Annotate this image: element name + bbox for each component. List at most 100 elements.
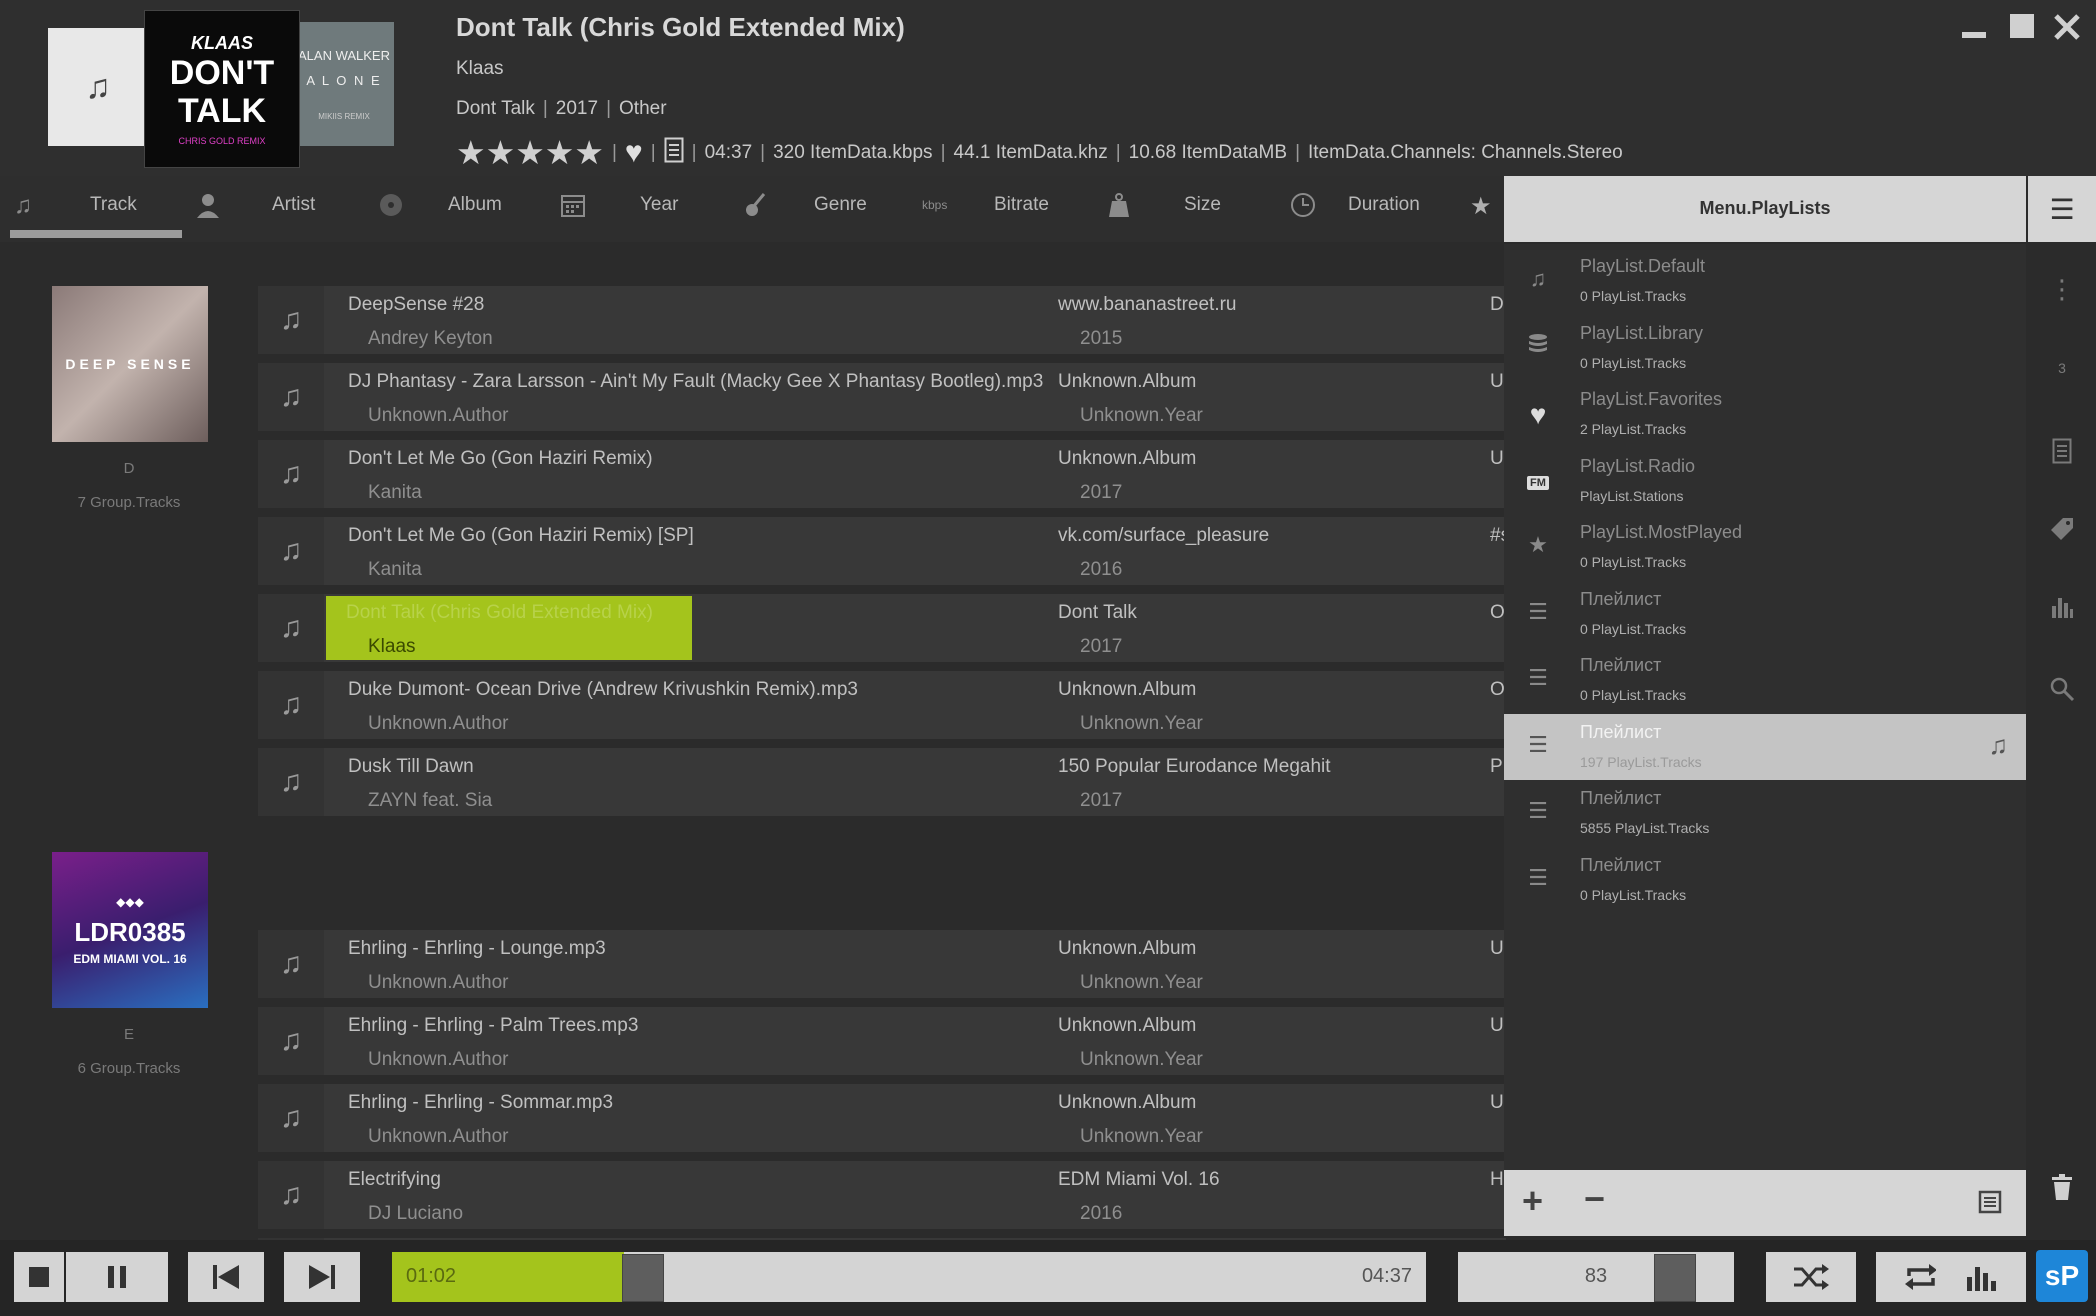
- rating-stars[interactable]: ★★★★★: [456, 136, 604, 170]
- cover-next[interactable]: ALAN WALKER A L O N E MIKIIS REMIX: [294, 22, 394, 146]
- playlist-item[interactable]: ☰ Плейлист 0 PlayList.Tracks: [1504, 581, 2026, 647]
- track-title: Dusk Till Dawn: [348, 756, 474, 777]
- lyrics-icon[interactable]: [2028, 438, 2096, 470]
- kbps-icon: kbps: [922, 198, 948, 212]
- track-row[interactable]: ♫ Don't Let Me Go (Gon Haziri Remix) [SP]…: [258, 517, 1510, 585]
- seek-bar[interactable]: 01:02 04:37: [392, 1252, 1426, 1302]
- shuffle-button[interactable]: [1766, 1252, 1856, 1302]
- volume-handle[interactable]: [1654, 1254, 1696, 1302]
- track-title: Dont Talk (Chris Gold Extended Mix): [346, 602, 653, 623]
- app-logo[interactable]: sP: [2036, 1250, 2088, 1302]
- playlists-list: ♫ PlayList.Default 0 PlayList.Tracks PlayLi…: [1504, 244, 2026, 1170]
- track-genre[interactable]: Other: [619, 98, 667, 119]
- track-artist: Kanita: [368, 482, 422, 503]
- playlist-item[interactable]: ★ PlayList.MostPlayed 0 PlayList.Tracks: [1504, 514, 2026, 580]
- track-row[interactable]: ♫ Ehrling - Ehrling - Palm Trees.mp3 Unkno…: [258, 1007, 1506, 1075]
- playlist-item[interactable]: ☰ Плейлист 0 PlayList.Tracks: [1504, 847, 2026, 913]
- column-duration[interactable]: Duration: [1348, 194, 1420, 216]
- star-icon[interactable]: ★: [456, 134, 486, 171]
- track-album: Dont Talk: [1058, 602, 1137, 623]
- cover-current[interactable]: KLAAS DON'T TALK CHRIS GOLD REMIX: [144, 10, 300, 168]
- star-icon[interactable]: ★: [545, 134, 575, 171]
- track-row[interactable]: ♫ DeepSense #28 Andrey Keyton www.bananastr…: [258, 286, 1506, 354]
- more-vertical-icon[interactable]: ⋮: [2028, 274, 2096, 305]
- track-year: Unknown.Year: [1080, 1049, 1203, 1070]
- now-playing-header: ♫ ALAN WALKER A L O N E MIKIIS REMIX KLA…: [0, 0, 2096, 176]
- group-cover-e[interactable]: ◆◆◆ LDR0385 EDM MIAMI VOL. 16: [52, 852, 208, 1008]
- column-year[interactable]: Year: [640, 194, 678, 216]
- track-album: 150 Popular Eurodance Megahit: [1058, 756, 1331, 777]
- track-genre: U: [1490, 1092, 1504, 1113]
- column-track[interactable]: Track: [90, 194, 137, 216]
- star-icon[interactable]: ★: [486, 134, 516, 171]
- volume-slider[interactable]: 83: [1458, 1252, 1734, 1302]
- group-letter: D: [123, 460, 135, 477]
- track-year: Unknown.Year: [1080, 1126, 1203, 1147]
- playlist-item[interactable]: ☰ Плейлист 5855 PlayList.Tracks: [1504, 780, 2026, 846]
- playlist-item[interactable]: FM PlayList.Radio PlayList.Stations: [1504, 448, 2026, 514]
- next-button[interactable]: [284, 1252, 360, 1302]
- heart-icon[interactable]: ♥: [625, 136, 643, 170]
- track-album: Unknown.Album: [1058, 448, 1197, 469]
- seek-bar-handle[interactable]: [622, 1254, 664, 1302]
- track-title: Electrifying: [348, 1169, 441, 1190]
- search-icon[interactable]: [2028, 676, 2096, 708]
- track-row[interactable]: ♫ Don't Let Me Go (Gon Haziri Remix) Kanit…: [258, 440, 1506, 508]
- track-album: Unknown.Album: [1058, 371, 1197, 392]
- star-icon[interactable]: ★: [1470, 192, 1492, 221]
- equalizer-button[interactable]: [1936, 1252, 2026, 1302]
- group-count: 6 Group.Tracks: [77, 1060, 181, 1077]
- stop-button[interactable]: [14, 1252, 64, 1302]
- playlist-item[interactable]: ☰ Плейлист 197 PlayList.Tracks ♫: [1504, 714, 2026, 780]
- pause-button[interactable]: [66, 1252, 168, 1302]
- player-bar: 01:02 04:37 83 sP: [0, 1240, 2096, 1316]
- group-cover-d[interactable]: DEEP SENSE: [52, 286, 208, 442]
- active-column-indicator: [10, 230, 182, 238]
- track-row[interactable]: ♫ Ehrling - Ehrling - Sommar.mp3 Unknown.A…: [258, 1084, 1506, 1152]
- track-genre: U: [1490, 938, 1504, 959]
- remove-playlist-button[interactable]: −: [1584, 1178, 1605, 1220]
- track-album[interactable]: Dont Talk: [456, 98, 535, 119]
- playlist-item[interactable]: PlayList.Library 0 PlayList.Tracks: [1504, 315, 2026, 381]
- minimize-button[interactable]: [1960, 12, 1988, 48]
- track-row[interactable]: ♫ Duke Dumont- Ocean Drive (Andrew Krivus…: [258, 671, 1506, 739]
- column-genre[interactable]: Genre: [814, 194, 867, 216]
- star-icon[interactable]: ★: [515, 134, 545, 171]
- column-album[interactable]: Album: [448, 194, 502, 216]
- star-icon[interactable]: ★: [574, 134, 604, 171]
- playlist-name: PlayList.MostPlayed: [1580, 522, 1743, 542]
- cover-previous[interactable]: ♫: [48, 28, 148, 146]
- maximize-button[interactable]: [2008, 12, 2036, 48]
- close-button[interactable]: [2052, 12, 2082, 50]
- lyrics-icon[interactable]: [664, 137, 684, 169]
- trash-icon[interactable]: [2028, 1174, 2096, 1206]
- add-playlist-button[interactable]: +: [1522, 1180, 1543, 1222]
- list-icon: ☰: [1528, 665, 1548, 690]
- music-note-icon: ♫: [258, 286, 324, 354]
- track-row[interactable]: ♫ DJ Phantasy - Zara Larsson - Ain't My F…: [258, 363, 1506, 431]
- current-time: 01:02: [406, 1265, 457, 1287]
- track-row[interactable]: ♫ Ehrling - Ehrling - Lounge.mp3 Unknown.A…: [258, 930, 1506, 998]
- track-row[interactable]: ♫ Dusk Till Dawn ZAYN feat. Sia 150 Popular…: [258, 748, 1506, 816]
- playlist-count: 0 PlayList.Tracks: [1580, 687, 1687, 703]
- playlist-name: PlayList.Library: [1580, 323, 1704, 343]
- track-info: ★★★★★ | ♥ | | 04:37 | 320 ItemData.kbps | …: [456, 134, 1623, 171]
- menu-icon[interactable]: ☰: [2028, 176, 2096, 242]
- equalizer-icon[interactable]: [2028, 594, 2096, 624]
- music-note-icon: ♫: [14, 192, 32, 219]
- track-year[interactable]: 2017: [556, 98, 598, 119]
- previous-button[interactable]: [188, 1252, 264, 1302]
- playlist-details-button[interactable]: [1978, 1190, 2002, 1219]
- column-size[interactable]: Size: [1184, 194, 1221, 216]
- playlist-item[interactable]: ♥ PlayList.Favorites 2 PlayList.Tracks: [1504, 381, 2026, 447]
- track-row[interactable]: ♫ Electrifying DJ Luciano EDM Miami Vol. 16…: [258, 1161, 1506, 1229]
- column-artist[interactable]: Artist: [272, 194, 315, 216]
- tag-icon[interactable]: [2028, 516, 2096, 548]
- music-note-icon: ♫: [1529, 266, 1547, 291]
- track-row[interactable]: ♫ Dont Talk (Chris Gold Extended Mix) Klaa…: [258, 594, 1506, 662]
- playlist-item[interactable]: ☰ Плейлист 0 PlayList.Tracks: [1504, 647, 2026, 713]
- playlist-item[interactable]: ♫ PlayList.Default 0 PlayList.Tracks: [1504, 248, 2026, 314]
- track-artist[interactable]: Klaas: [456, 58, 504, 80]
- music-note-icon: ♫: [258, 594, 324, 662]
- column-bitrate[interactable]: Bitrate: [994, 194, 1049, 216]
